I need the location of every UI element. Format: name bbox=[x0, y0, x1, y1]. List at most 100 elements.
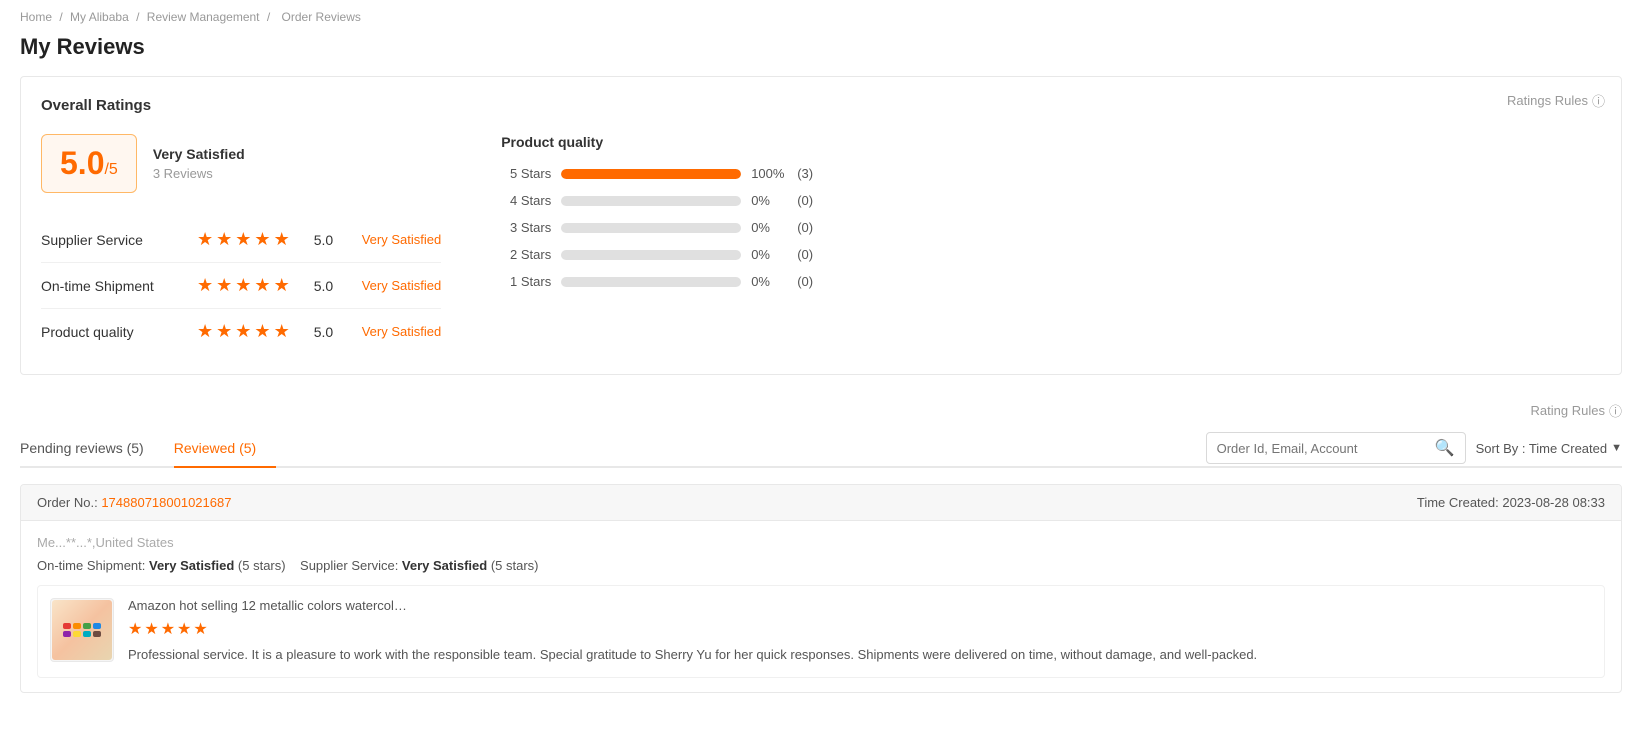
score-shipment: 5.0 bbox=[314, 278, 346, 294]
bar-pct-3: 0% bbox=[751, 220, 787, 235]
review-item: Order No.: 174880718001021687 Time Creat… bbox=[20, 484, 1622, 693]
bar-row-2: 2 Stars 0% (0) bbox=[501, 247, 1601, 262]
bar-row-4: 4 Stars 0% (0) bbox=[501, 193, 1601, 208]
product-quality-title: Product quality bbox=[501, 134, 1601, 150]
overall-content: 5.0/5 Very Satisfied 3 Reviews Supplier … bbox=[41, 134, 1601, 354]
sort-by-dropdown[interactable]: Sort By : Time Created ▼ bbox=[1476, 441, 1622, 456]
breadcrumb-review-management[interactable]: Review Management bbox=[147, 10, 260, 24]
supplier-service-label: Supplier Service: bbox=[300, 558, 402, 573]
stars-shipment: ★ ★ ★ ★ ★ bbox=[197, 275, 290, 296]
bar-pct-2: 0% bbox=[751, 247, 787, 262]
breadcrumb-myalibaba[interactable]: My Alibaba bbox=[70, 10, 129, 24]
product-review: Amazon hot selling 12 metallic colors wa… bbox=[37, 585, 1605, 678]
supplier-service-satisfaction: Very Satisfied bbox=[402, 558, 487, 573]
supplier-service-stars: (5 stars) bbox=[491, 558, 539, 573]
bar-pct-1: 0% bbox=[751, 274, 787, 289]
category-name-supplier: Supplier Service bbox=[41, 232, 181, 248]
score-main: 5.0 bbox=[60, 145, 104, 181]
satisfaction-quality: Very Satisfied bbox=[362, 324, 442, 339]
rating-rules-row: Rating Rules ⓘ bbox=[20, 395, 1622, 430]
breadcrumb-current: Order Reviews bbox=[282, 10, 361, 24]
tab-pending[interactable]: Pending reviews (5) bbox=[20, 430, 164, 466]
product-stars: ★ ★ ★ ★ ★ bbox=[128, 619, 1592, 639]
bar-track-4 bbox=[561, 196, 741, 206]
tab-reviewed[interactable]: Reviewed (5) bbox=[174, 430, 276, 468]
bar-count-5: (3) bbox=[797, 166, 813, 181]
bar-label-2: 2 Stars bbox=[501, 247, 551, 262]
review-header: Order No.: 174880718001021687 Time Creat… bbox=[21, 485, 1621, 521]
score-quality: 5.0 bbox=[314, 324, 346, 340]
product-name: Amazon hot selling 12 metallic colors wa… bbox=[128, 598, 1592, 613]
tabs-right: 🔍 Sort By : Time Created ▼ bbox=[1206, 432, 1622, 464]
score-supplier: 5.0 bbox=[314, 232, 346, 248]
rating-rules-label: Rating Rules bbox=[1531, 403, 1605, 418]
reviewer-name: Me...**...*,United States bbox=[37, 535, 174, 550]
bar-track-3 bbox=[561, 223, 741, 233]
tabs-section: Rating Rules ⓘ Pending reviews (5) Revie… bbox=[20, 395, 1622, 693]
score-count: 3 Reviews bbox=[153, 166, 245, 181]
sort-by-label: Sort By : Time Created bbox=[1476, 441, 1608, 456]
paint-dots bbox=[59, 619, 105, 641]
bar-count-4: (0) bbox=[797, 193, 813, 208]
bar-label-1: 1 Stars bbox=[501, 274, 551, 289]
tabs-bar: Pending reviews (5) Reviewed (5) 🔍 Sort … bbox=[20, 430, 1622, 468]
overall-ratings-title: Overall Ratings bbox=[41, 97, 1601, 114]
category-name-quality: Product quality bbox=[41, 324, 181, 340]
bar-row-5: 5 Stars 100% (3) bbox=[501, 166, 1601, 181]
score-block: 5.0/5 Very Satisfied 3 Reviews bbox=[41, 134, 441, 193]
bar-pct-5: 100% bbox=[751, 166, 787, 181]
bar-pct-4: 0% bbox=[751, 193, 787, 208]
category-row-shipment: On-time Shipment ★ ★ ★ ★ ★ 5.0 Very Sati… bbox=[41, 263, 441, 309]
search-input[interactable] bbox=[1217, 441, 1435, 456]
bar-track-2 bbox=[561, 250, 741, 260]
bar-track-1 bbox=[561, 277, 741, 287]
breadcrumb: Home / My Alibaba / Review Management / … bbox=[20, 10, 1622, 24]
bar-label-3: 3 Stars bbox=[501, 220, 551, 235]
order-no-link[interactable]: 174880718001021687 bbox=[101, 495, 231, 510]
stars-supplier: ★ ★ ★ ★ ★ bbox=[197, 229, 290, 250]
review-meta: On-time Shipment: Very Satisfied (5 star… bbox=[37, 558, 1605, 573]
rating-rules-link[interactable]: Rating Rules ⓘ bbox=[1531, 401, 1622, 420]
reviewer-info: Me...**...*,United States bbox=[37, 535, 1605, 550]
left-section: 5.0/5 Very Satisfied 3 Reviews Supplier … bbox=[41, 134, 441, 354]
product-info: Amazon hot selling 12 metallic colors wa… bbox=[128, 598, 1592, 665]
category-name-shipment: On-time Shipment bbox=[41, 278, 181, 294]
on-time-stars: (5 stars) bbox=[238, 558, 286, 573]
bar-label-4: 4 Stars bbox=[501, 193, 551, 208]
info-icon-bottom: ⓘ bbox=[1609, 401, 1622, 420]
bar-label-5: 5 Stars bbox=[501, 166, 551, 181]
score-satisfaction: Very Satisfied bbox=[153, 146, 245, 162]
product-thumbnail bbox=[50, 598, 114, 662]
bar-count-3: (0) bbox=[797, 220, 813, 235]
watercolor-image bbox=[52, 600, 112, 660]
bar-count-2: (0) bbox=[797, 247, 813, 262]
bar-fill-5 bbox=[561, 169, 741, 179]
time-created: Time Created: 2023-08-28 08:33 bbox=[1417, 495, 1605, 510]
page-title: My Reviews bbox=[20, 34, 1622, 60]
breadcrumb-home[interactable]: Home bbox=[20, 10, 52, 24]
satisfaction-shipment: Very Satisfied bbox=[362, 278, 442, 293]
overall-ratings-card: Ratings Rules ⓘ Overall Ratings 5.0/5 Ve… bbox=[20, 76, 1622, 375]
chevron-down-icon: ▼ bbox=[1611, 442, 1622, 454]
review-body: Me...**...*,United States On-time Shipme… bbox=[21, 521, 1621, 692]
bar-track-5 bbox=[561, 169, 741, 179]
order-no: Order No.: 174880718001021687 bbox=[37, 495, 231, 510]
stars-quality: ★ ★ ★ ★ ★ bbox=[197, 321, 290, 342]
ratings-rules-top-label: Ratings Rules bbox=[1507, 93, 1588, 108]
category-row-supplier: Supplier Service ★ ★ ★ ★ ★ 5.0 Very Sati… bbox=[41, 217, 441, 263]
search-icon[interactable]: 🔍 bbox=[1435, 438, 1455, 458]
satisfaction-supplier: Very Satisfied bbox=[362, 232, 442, 247]
search-box: 🔍 bbox=[1206, 432, 1466, 464]
on-time-label: On-time Shipment: bbox=[37, 558, 149, 573]
bar-row-3: 3 Stars 0% (0) bbox=[501, 220, 1601, 235]
on-time-satisfaction: Very Satisfied bbox=[149, 558, 234, 573]
score-box: 5.0/5 bbox=[41, 134, 137, 193]
score-denom: /5 bbox=[104, 161, 117, 178]
ratings-rules-top-link[interactable]: Ratings Rules ⓘ bbox=[1507, 91, 1605, 110]
bar-row-1: 1 Stars 0% (0) bbox=[501, 274, 1601, 289]
info-icon-top: ⓘ bbox=[1592, 91, 1605, 110]
order-no-label: Order No.: bbox=[37, 495, 98, 510]
product-review-text: Professional service. It is a pleasure t… bbox=[128, 645, 1592, 665]
score-info: Very Satisfied 3 Reviews bbox=[153, 146, 245, 181]
category-row-quality: Product quality ★ ★ ★ ★ ★ 5.0 Very Satis… bbox=[41, 309, 441, 354]
